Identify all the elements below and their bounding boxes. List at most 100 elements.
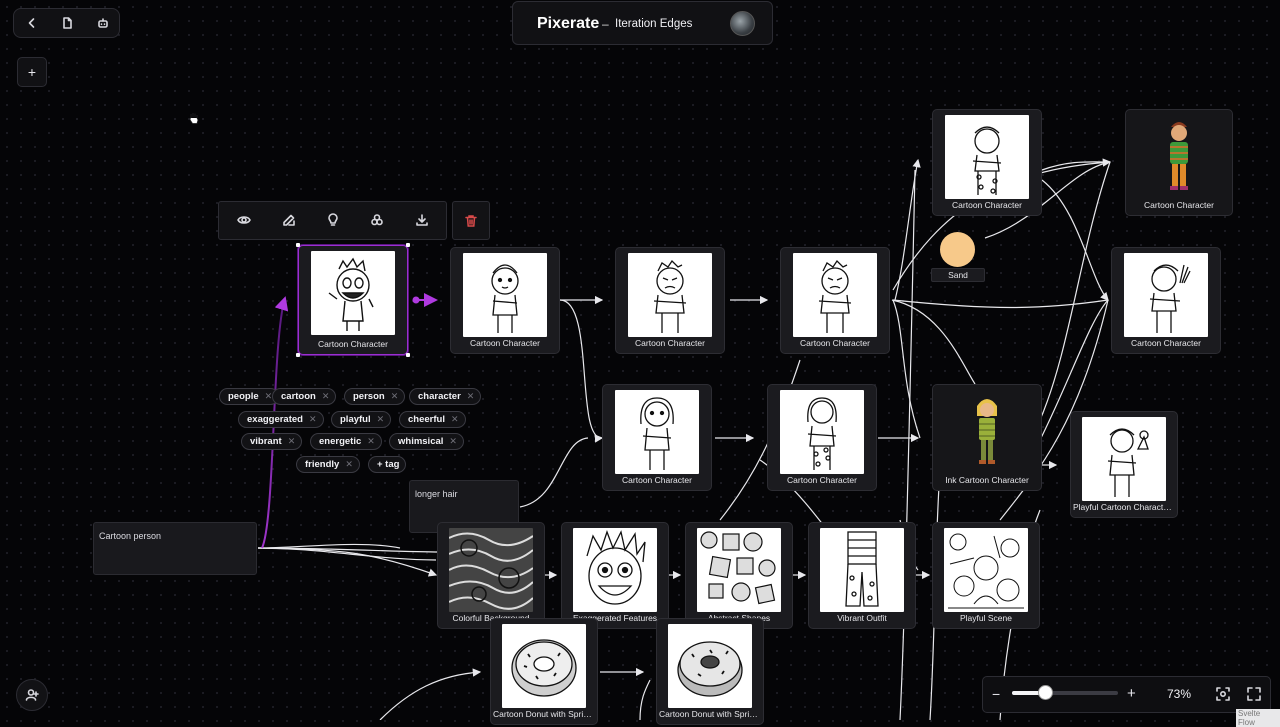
back-button[interactable] xyxy=(20,11,44,35)
zoom-slider-thumb[interactable] xyxy=(1037,685,1053,700)
tag-chip[interactable]: person ✕ xyxy=(344,388,406,405)
variations-icon xyxy=(371,214,383,226)
fullscreen-button[interactable] xyxy=(1247,687,1261,701)
title-bar: Pixerate – Iteration Edges xyxy=(512,1,773,45)
tag-chip[interactable]: cartoon ✕ xyxy=(272,388,337,405)
title-separator: – xyxy=(602,17,609,31)
back-icon xyxy=(28,18,35,28)
edge xyxy=(891,299,976,385)
image-node[interactable]: Colorful Background xyxy=(437,522,545,629)
node-image xyxy=(793,253,877,337)
resize-handle-bl[interactable] xyxy=(296,353,300,357)
node-image xyxy=(463,253,547,337)
image-node[interactable]: Cartoon Character xyxy=(932,109,1042,216)
node-image xyxy=(697,528,781,612)
remove-tag-icon[interactable]: ✕ xyxy=(391,391,399,402)
suggest-button[interactable] xyxy=(321,208,345,232)
node-image xyxy=(945,115,1029,199)
tag-chip[interactable]: cheerful ✕ xyxy=(399,411,466,428)
user-avatar[interactable] xyxy=(730,11,755,36)
resize-handle-tr[interactable] xyxy=(406,243,410,247)
image-node[interactable]: Cartoon Character xyxy=(767,384,877,491)
node-image xyxy=(945,390,1029,474)
tag-chip[interactable]: exaggerated ✕ xyxy=(238,411,324,428)
fit-view-button[interactable] xyxy=(1216,687,1230,701)
add-tag-button[interactable]: + tag xyxy=(368,456,407,473)
variations-button[interactable] xyxy=(365,208,389,232)
node-caption: Cartoon Character xyxy=(1144,200,1214,210)
zoom-out-button[interactable]: − xyxy=(992,686,1000,702)
document-button[interactable] xyxy=(55,11,79,35)
tag-chip[interactable]: energetic ✕ xyxy=(310,433,382,450)
image-node[interactable]: Cartoon Donut with Sprin... xyxy=(656,618,764,725)
zoom-in-button[interactable]: + xyxy=(1127,685,1136,702)
edge xyxy=(379,668,482,720)
invite-user-button[interactable] xyxy=(16,679,48,711)
tag-chip[interactable]: friendly ✕ xyxy=(296,456,360,473)
image-node[interactable]: Vibrant Outfit xyxy=(808,522,916,629)
tag-chip[interactable]: character ✕ xyxy=(409,388,482,405)
node-caption: Playful Scene xyxy=(960,613,1012,623)
image-node[interactable]: Ink Cartoon Character xyxy=(932,384,1042,491)
remove-tag-icon[interactable]: ✕ xyxy=(345,459,353,470)
remove-tag-icon[interactable]: ✕ xyxy=(322,391,330,402)
edge xyxy=(257,547,441,553)
remove-tag-icon[interactable]: ✕ xyxy=(367,436,375,447)
tag-chip[interactable]: playful ✕ xyxy=(331,411,392,428)
remove-tag-icon[interactable]: ✕ xyxy=(309,414,317,425)
edge xyxy=(257,547,438,577)
add-node-button[interactable]: + xyxy=(17,57,47,87)
remove-tag-icon[interactable]: ✕ xyxy=(451,414,459,425)
image-node[interactable]: Cartoon Character xyxy=(602,384,712,491)
node-caption: Cartoon Donut with Sprin... xyxy=(493,709,595,719)
image-node[interactable]: Cartoon Character xyxy=(1125,109,1233,216)
image-node[interactable]: Cartoon Character xyxy=(780,247,890,354)
edge xyxy=(892,299,921,439)
download-button[interactable] xyxy=(410,208,434,232)
image-node-selected[interactable]: Cartoon Character xyxy=(296,243,410,357)
tag-chip[interactable]: whimsical ✕ xyxy=(389,433,464,450)
image-node[interactable]: Playful Scene xyxy=(932,522,1040,629)
image-node[interactable]: Cartoon Donut with Sprin... xyxy=(490,618,598,725)
fullscreen-icon xyxy=(1247,687,1261,701)
image-node[interactable]: Exaggerated Features xyxy=(561,522,669,629)
tag-label: person xyxy=(353,391,385,402)
node-caption: Vibrant Outfit xyxy=(837,613,887,623)
remove-tag-icon[interactable]: ✕ xyxy=(377,414,385,425)
bot-button[interactable] xyxy=(91,11,115,35)
delete-button[interactable] xyxy=(452,201,490,240)
tag-label: whimsical xyxy=(398,436,444,447)
sand-label: Sand xyxy=(948,270,968,280)
prompt-text: Cartoon person xyxy=(99,531,162,541)
remove-tag-icon[interactable]: ✕ xyxy=(288,436,296,447)
remove-tag-icon[interactable]: ✕ xyxy=(467,391,475,402)
node-image xyxy=(1082,417,1166,501)
image-node[interactable]: Playful Cartoon Character... xyxy=(1070,411,1178,518)
remove-tag-icon[interactable]: ✕ xyxy=(449,436,457,447)
document-icon xyxy=(63,17,72,29)
color-swatch-sand[interactable] xyxy=(940,232,975,267)
focus-icon xyxy=(1216,687,1230,701)
node-image xyxy=(1137,115,1221,199)
tag-label: cheerful xyxy=(408,414,445,425)
tag-label: friendly xyxy=(305,459,340,470)
node-image xyxy=(615,390,699,474)
tag-chip[interactable]: vibrant ✕ xyxy=(241,433,303,450)
tag-chip[interactable]: people ✕ xyxy=(219,388,280,405)
tag-label: playful xyxy=(340,414,371,425)
node-caption: Cartoon Character xyxy=(622,475,692,485)
view-button[interactable] xyxy=(232,208,256,232)
node-image xyxy=(502,624,586,708)
tag-label: energetic xyxy=(319,436,362,447)
image-node[interactable]: Cartoon Character xyxy=(1111,247,1221,354)
image-node[interactable]: Abstract Shapes xyxy=(685,522,793,629)
resize-handle-br[interactable] xyxy=(406,353,410,357)
prompt-text-node[interactable]: Cartoon person xyxy=(93,522,257,575)
image-node[interactable]: Cartoon Character xyxy=(615,247,725,354)
image-node[interactable]: Cartoon Character xyxy=(450,247,560,354)
resize-handle-tl[interactable] xyxy=(296,243,300,247)
edit-button[interactable] xyxy=(277,208,301,232)
zoom-slider[interactable] xyxy=(1012,691,1118,695)
modifier-text: longer hair xyxy=(415,489,458,499)
tag-label: cartoon xyxy=(281,391,316,402)
